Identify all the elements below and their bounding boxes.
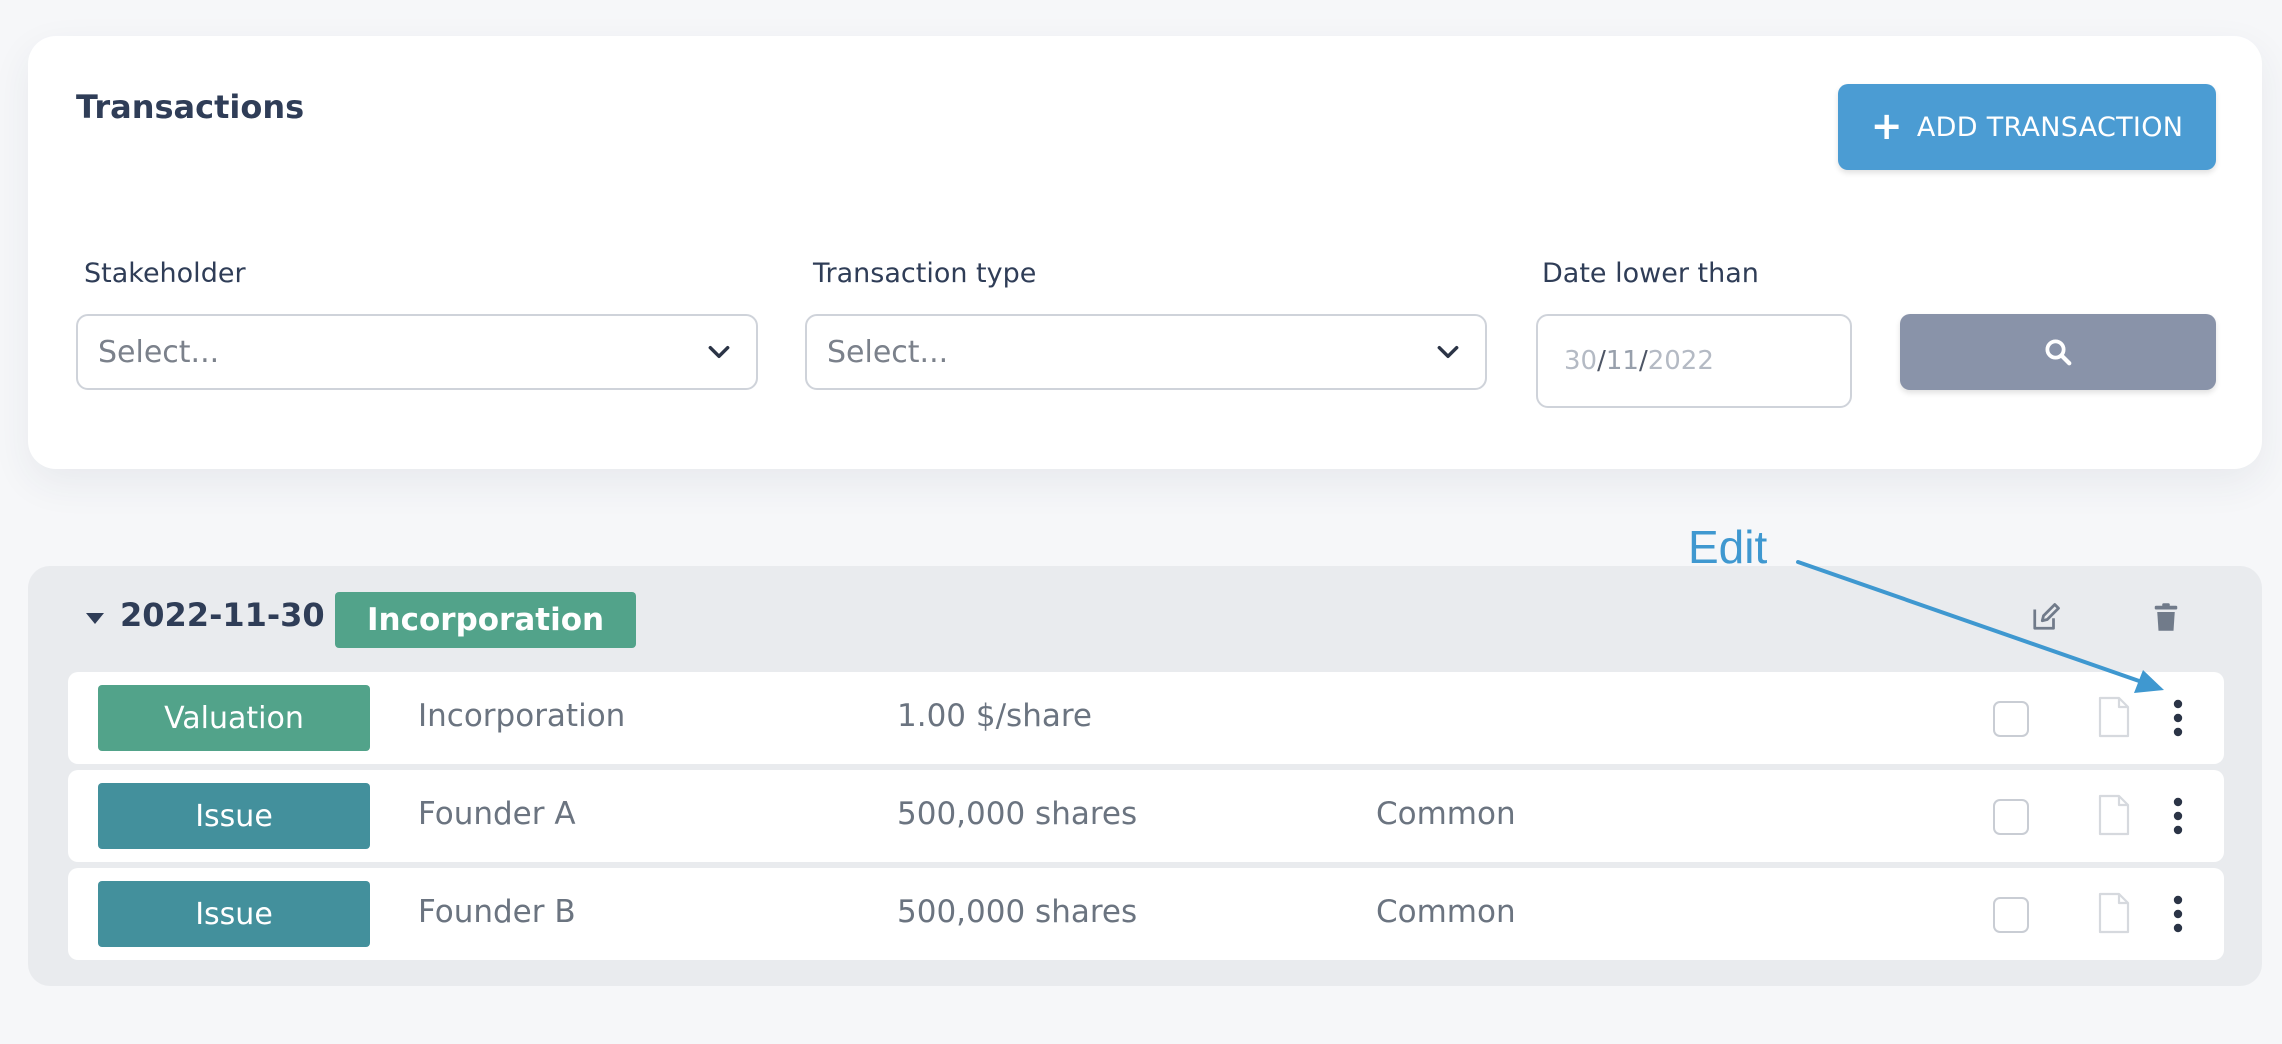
date-lower-than-label: Date lower than: [1542, 258, 1759, 289]
date-separator: /: [1638, 346, 1648, 376]
chevron-down-icon: [708, 345, 730, 359]
date-month: 11: [1605, 346, 1639, 376]
search-button[interactable]: [1900, 314, 2216, 390]
page-title: Transactions: [76, 88, 305, 126]
add-transaction-button[interactable]: + ADD TRANSACTION: [1838, 84, 2216, 170]
document-icon[interactable]: [2098, 696, 2130, 738]
stakeholder-label: Stakeholder: [84, 258, 246, 289]
transaction-type-label: Transaction type: [813, 258, 1037, 289]
row-checkbox[interactable]: [1993, 897, 2029, 933]
transaction-group: 2022-11-30 Incorporation Valuation Incor…: [28, 566, 2262, 986]
date-lower-than-input[interactable]: 30/11/2022: [1536, 314, 1852, 408]
stakeholder-placeholder: Select...: [98, 334, 220, 370]
row-checkbox[interactable]: [1993, 799, 2029, 835]
table-row[interactable]: Issue Founder B 500,000 shares Common: [68, 868, 2224, 960]
date-day: 30: [1564, 346, 1598, 376]
stakeholder-select[interactable]: Select...: [76, 314, 758, 390]
group-type-badge: Incorporation: [335, 592, 637, 648]
row-class: Common: [1376, 796, 1516, 832]
chevron-down-icon: [1437, 345, 1459, 359]
document-icon[interactable]: [2098, 892, 2130, 934]
row-amount: 1.00 $/share: [897, 698, 1092, 734]
more-options-icon[interactable]: [2168, 796, 2188, 836]
table-row[interactable]: Issue Founder A 500,000 shares Common: [68, 770, 2224, 862]
group-date: 2022-11-30: [120, 596, 325, 634]
search-icon: [2045, 339, 2072, 366]
date-year: 2022: [1647, 346, 1714, 376]
more-options-icon[interactable]: [2168, 698, 2188, 738]
trash-icon[interactable]: [2151, 602, 2181, 632]
more-options-icon[interactable]: [2168, 894, 2188, 934]
row-amount: 500,000 shares: [897, 796, 1138, 832]
transaction-type-select[interactable]: Select...: [805, 314, 1487, 390]
edit-annotation-label: Edit: [1688, 521, 1768, 573]
row-party: Founder B: [418, 894, 576, 930]
transaction-type-badge: Issue: [98, 783, 370, 849]
transaction-type-badge: Issue: [98, 881, 370, 947]
row-amount: 500,000 shares: [897, 894, 1138, 930]
transaction-type-placeholder: Select...: [827, 334, 949, 370]
row-party: Founder A: [418, 796, 576, 832]
edit-icon[interactable]: [2031, 602, 2061, 632]
table-row[interactable]: Valuation Incorporation 1.00 $/share: [68, 672, 2224, 764]
add-transaction-label: ADD TRANSACTION: [1916, 111, 2184, 143]
row-party: Incorporation: [418, 698, 626, 734]
date-separator: /: [1597, 346, 1606, 376]
caret-down-icon[interactable]: [84, 610, 106, 626]
plus-icon: +: [1870, 103, 1903, 148]
transaction-type-badge: Valuation: [98, 685, 370, 751]
filters-card: Transactions + ADD TRANSACTION Stakehold…: [28, 36, 2262, 469]
document-icon[interactable]: [2098, 794, 2130, 836]
row-class: Common: [1376, 894, 1516, 930]
row-checkbox[interactable]: [1993, 701, 2029, 737]
